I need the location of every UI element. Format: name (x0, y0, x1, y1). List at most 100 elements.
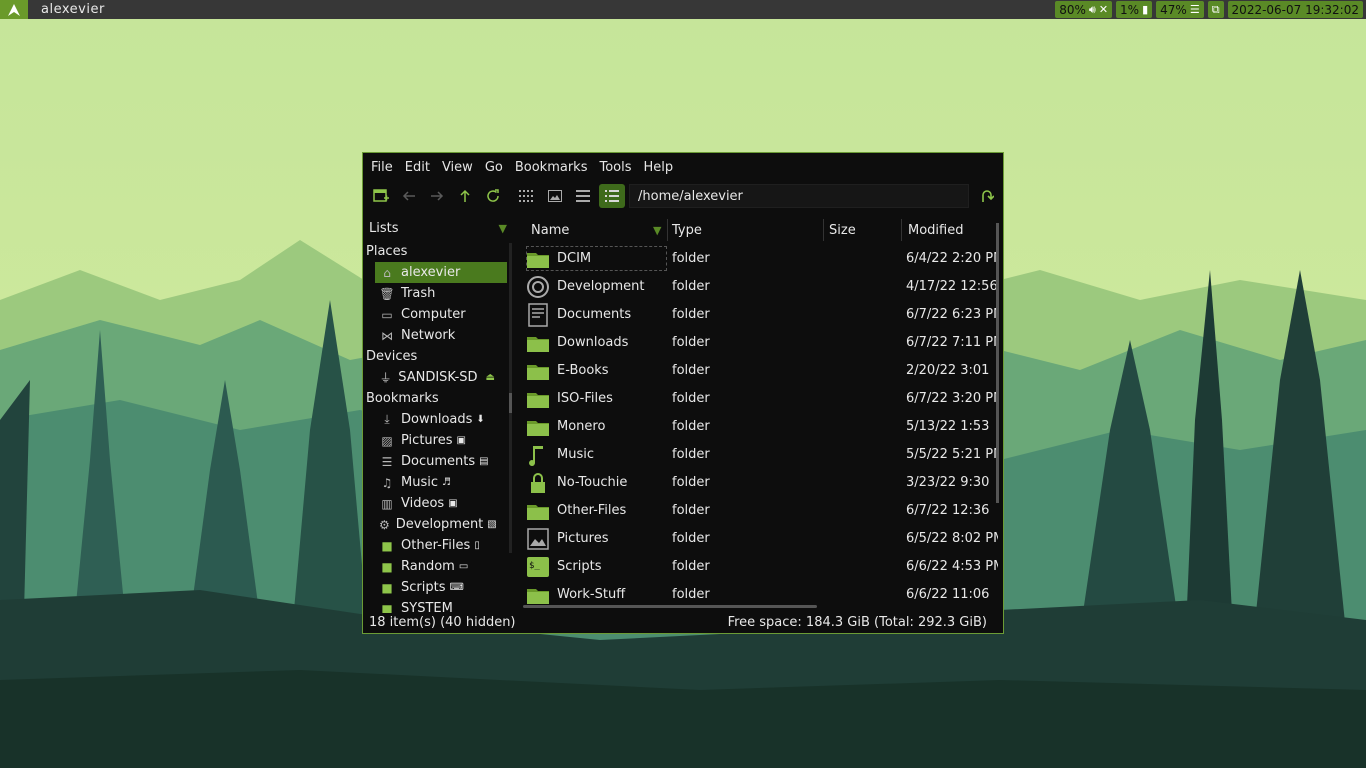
side-pane-mode-selector[interactable]: Lists ▼ (363, 215, 511, 241)
file-row[interactable]: DCIM folder 6/4/22 2:20 PM (523, 245, 999, 273)
sidebar-item-pictures[interactable]: ▨ Pictures ▣ (363, 430, 495, 451)
network-indicator[interactable]: ⧉ (1207, 1, 1224, 18)
back-button[interactable] (397, 184, 421, 208)
file-modified: 2/20/22 3:01 (906, 363, 990, 378)
thumbnail-view-button[interactable] (543, 184, 567, 208)
sidebar-item-home[interactable]: ⌂ alexevier (375, 262, 507, 283)
file-type: folder (672, 587, 710, 602)
sidebar-item-network[interactable]: ⋈ Network (363, 325, 495, 346)
file-emblem-icon: ▯ (474, 540, 480, 551)
sidebar-item-development[interactable]: ⚙ Development ▧ (363, 514, 497, 535)
volume-value: 80% (1059, 2, 1086, 17)
icon-view-button[interactable] (515, 184, 539, 208)
terminal-folder-icon: $_ (527, 557, 549, 577)
file-row[interactable]: Documents folder 6/7/22 6:23 PM (523, 301, 999, 329)
file-row[interactable]: Downloads folder 6/7/22 7:11 PM (523, 329, 999, 357)
sidebar-item-random[interactable]: ■ Random ▭ (363, 556, 495, 577)
file-list-horizontal-scrollbar[interactable] (523, 605, 817, 608)
sidebar-item-label: Pictures (401, 433, 453, 448)
column-header-name[interactable]: Name (531, 223, 569, 238)
menu-edit[interactable]: Edit (405, 160, 430, 175)
sidebar-item-other-files[interactable]: ■ Other-Files ▯ (363, 535, 495, 556)
go-button[interactable] (977, 186, 997, 206)
gear-icon: ⚙ (379, 517, 390, 532)
up-button[interactable] (453, 184, 477, 208)
sidebar-item-videos[interactable]: ▥ Videos ▣ (363, 493, 495, 514)
file-type: folder (672, 559, 710, 574)
menu-file[interactable]: File (371, 160, 393, 175)
folder-icon (527, 589, 549, 604)
menu-tools[interactable]: Tools (599, 160, 631, 175)
menu-help[interactable]: Help (644, 160, 674, 175)
file-name: Downloads (557, 335, 629, 350)
sidebar-item-music[interactable]: ♫ Music ♬ (363, 472, 495, 493)
file-row[interactable]: Pictures folder 6/5/22 8:02 PM (523, 525, 999, 553)
file-modified: 6/6/22 11:06 (906, 587, 990, 602)
column-separator[interactable] (667, 219, 668, 241)
memory-indicator[interactable]: 47% ☰ (1156, 1, 1204, 18)
file-type: folder (672, 447, 710, 462)
menu-bookmarks[interactable]: Bookmarks (515, 160, 588, 175)
file-row[interactable]: Work-Stuff folder 6/6/22 11:06 (523, 581, 999, 605)
file-row[interactable]: ISO-Files folder 6/7/22 3:20 PM (523, 385, 999, 413)
folder-icon (527, 393, 549, 408)
column-header-size[interactable]: Size (829, 223, 856, 238)
music-emblem-icon: ♬ (442, 477, 451, 488)
file-modified: 5/5/22 5:21 PM (906, 447, 998, 462)
reload-button[interactable] (481, 184, 505, 208)
arch-logo-icon[interactable] (0, 0, 28, 19)
sidebar-item-computer[interactable]: ▭ Computer (363, 304, 495, 325)
file-name: Scripts (557, 559, 602, 574)
sidebar-item-documents[interactable]: ☰ Documents ▤ (363, 451, 495, 472)
menu-view[interactable]: View (442, 160, 473, 175)
file-modified: 6/6/22 4:53 PM (906, 559, 998, 574)
eject-icon[interactable]: ⏏ (486, 372, 495, 383)
download-emblem-icon: ⬇ (476, 414, 485, 425)
column-separator[interactable] (901, 219, 902, 241)
sidebar-item-trash[interactable]: 🗑︎ Trash (363, 283, 495, 304)
file-row[interactable]: Development folder 4/17/22 12:56 (523, 273, 999, 301)
scrollbar-thumb[interactable] (509, 393, 512, 413)
computer-icon: ▭ (381, 307, 393, 322)
trash-icon: 🗑︎ (379, 286, 395, 301)
file-row[interactable]: Other-Files folder 6/7/22 12:36 (523, 497, 999, 525)
clock[interactable]: 2022-06-07 19:32:02 (1227, 1, 1363, 18)
compact-view-button[interactable] (571, 184, 595, 208)
home-icon: ⌂ (383, 265, 391, 280)
file-list-vertical-scrollbar[interactable] (996, 223, 999, 503)
file-row[interactable]: E-Books folder 2/20/22 3:01 (523, 357, 999, 385)
column-header-type[interactable]: Type (672, 223, 702, 238)
file-row[interactable]: Music folder 5/5/22 5:21 PM (523, 441, 999, 469)
sort-descending-icon: ▼ (653, 224, 662, 237)
file-row[interactable]: No-Touchie folder 3/23/22 9:30 (523, 469, 999, 497)
sidebar-item-label: Development (395, 517, 484, 532)
volume-indicator[interactable]: 80% 🔊︎ ✕ (1055, 1, 1113, 18)
detailed-list-view-button[interactable] (599, 184, 625, 208)
music-icon: ♫ (381, 475, 393, 490)
sidebar-item-scripts[interactable]: ■ Scripts ⌨ (363, 577, 495, 598)
file-modified: 6/4/22 2:20 PM (906, 251, 998, 266)
file-row[interactable]: $_ Scripts folder 6/6/22 4:53 PM (523, 553, 999, 581)
side-pane-scrollbar[interactable] (509, 243, 512, 553)
file-manager-window: File Edit View Go Bookmarks Tools Help /… (362, 152, 1004, 634)
sidebar-item-downloads[interactable]: ⤓ Downloads ⬇ (363, 409, 495, 430)
file-row[interactable]: Monero folder 5/13/22 1:53 (523, 413, 999, 441)
forward-button[interactable] (425, 184, 449, 208)
terminal-icon: ■ (381, 580, 393, 595)
folder-icon: ■ (381, 559, 393, 574)
sidebar-item-sandisk-sd[interactable]: ⏚ SANDISK-SD ⏏ (363, 367, 495, 388)
location-bar[interactable]: /home/alexevier (629, 184, 969, 208)
new-tab-button[interactable] (369, 184, 393, 208)
svg-text:$_: $_ (529, 561, 540, 571)
column-separator[interactable] (823, 219, 824, 241)
column-header-row: Name ▼ Type Size Modified (523, 215, 999, 245)
status-bar: 18 item(s) (40 hidden) Free space: 184.3… (363, 611, 1003, 634)
file-type: folder (672, 335, 710, 350)
lock-folder-icon (531, 473, 545, 493)
network-icon: ⋈ (381, 328, 393, 343)
cpu-indicator[interactable]: 1% ▮ (1116, 1, 1153, 18)
menu-go[interactable]: Go (485, 160, 503, 175)
file-name: Work-Stuff (557, 587, 626, 602)
file-name: Pictures (557, 531, 609, 546)
column-header-modified[interactable]: Modified (908, 223, 963, 238)
